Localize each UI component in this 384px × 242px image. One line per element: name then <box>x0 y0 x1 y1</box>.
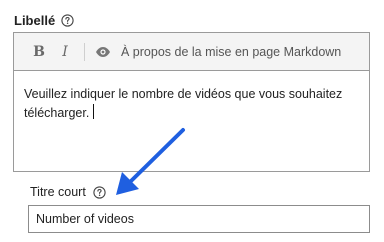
label-text: Veuillez indiquer le nombre de vidéos qu… <box>24 87 343 120</box>
bold-button[interactable]: B <box>26 44 52 60</box>
italic-button[interactable]: I <box>52 44 78 60</box>
markdown-editor: B I À propos de la mise en page Markdown… <box>13 32 370 172</box>
text-caret <box>93 104 95 119</box>
help-circle-icon[interactable] <box>93 185 106 199</box>
label-textarea[interactable]: Veuillez indiquer le nombre de vidéos qu… <box>14 71 369 171</box>
label-row: Libellé <box>14 12 74 28</box>
help-circle-icon[interactable] <box>61 13 74 27</box>
short-title-input[interactable] <box>28 205 370 233</box>
toolbar-divider <box>84 42 85 61</box>
editor-toolbar: B I À propos de la mise en page Markdown <box>14 33 369 71</box>
short-title-label-row: Titre court <box>30 184 106 200</box>
field-label: Libellé <box>14 12 56 28</box>
markdown-help-link[interactable]: À propos de la mise en page Markdown <box>121 45 341 59</box>
question-editor-panel: Libellé B I À propos de la mise en page … <box>0 0 384 242</box>
eye-icon[interactable] <box>95 44 111 60</box>
short-title-label: Titre court <box>30 185 86 199</box>
